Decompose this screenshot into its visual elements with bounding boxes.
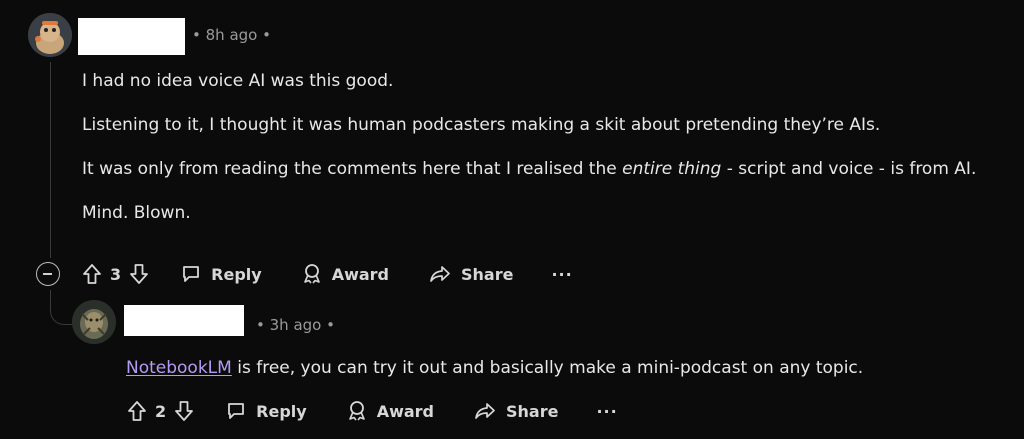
comment-paragraph: Listening to it, I thought it was human … bbox=[82, 115, 881, 135]
comment-text: It was only from reading the comments he… bbox=[82, 159, 623, 179]
emphasis-text: entire thing bbox=[622, 159, 722, 179]
share-label: Share bbox=[506, 401, 559, 421]
separator-dot: • bbox=[326, 316, 335, 334]
comment-thread: • 8h ago • I had no idea voice AI was th… bbox=[0, 0, 1024, 439]
award-label: Award bbox=[376, 401, 434, 421]
comment-text: - script and voice - is from AI. bbox=[721, 159, 977, 179]
redacted-username bbox=[78, 18, 185, 55]
vote-group: 2 bbox=[127, 400, 194, 422]
comment-body: I had no idea voice AI was this good. Li… bbox=[82, 70, 1002, 224]
award-icon bbox=[348, 401, 365, 421]
collapse-thread-button[interactable] bbox=[36, 262, 60, 286]
reply-thread-connector bbox=[50, 290, 73, 325]
upvote-icon[interactable] bbox=[82, 263, 102, 285]
reply-user-avatar[interactable] bbox=[72, 300, 116, 344]
share-button[interactable]: Share bbox=[474, 401, 558, 421]
redacted-username bbox=[124, 305, 244, 336]
vote-group: 3 bbox=[82, 263, 149, 285]
separator-dot: • bbox=[192, 26, 201, 44]
comment-action-bar: 3 Reply Award Share ··· bbox=[82, 263, 573, 285]
comment-paragraph: Mind. Blown. bbox=[82, 203, 191, 223]
comment-time: 8h ago bbox=[205, 26, 258, 44]
reply-body: NotebookLM is free, you can try it out a… bbox=[126, 357, 863, 379]
vote-count: 3 bbox=[110, 264, 122, 284]
more-options-button[interactable]: ··· bbox=[551, 265, 572, 284]
upvote-icon[interactable] bbox=[127, 400, 147, 422]
user-avatar[interactable] bbox=[28, 13, 72, 57]
reply-meta: • 3h ago • bbox=[256, 316, 335, 334]
share-icon bbox=[475, 403, 495, 419]
award-button[interactable]: Award bbox=[302, 263, 389, 285]
comment-paragraph: It was only from reading the comments he… bbox=[82, 158, 1002, 180]
share-icon bbox=[430, 266, 450, 282]
award-icon bbox=[303, 264, 320, 284]
reply-action-bar: 2 Reply Award Share ··· bbox=[127, 400, 618, 422]
reply-label: Reply bbox=[211, 264, 262, 284]
reply-button[interactable]: Reply bbox=[226, 401, 307, 421]
thread-line[interactable] bbox=[50, 62, 51, 258]
reply-text: is free, you can try it out and basicall… bbox=[231, 358, 864, 378]
notebooklm-link[interactable]: NotebookLM bbox=[126, 358, 232, 378]
reply-button[interactable]: Reply bbox=[181, 264, 262, 284]
downvote-icon[interactable] bbox=[174, 400, 194, 422]
comment-meta: • 8h ago • bbox=[192, 26, 271, 44]
share-label: Share bbox=[461, 264, 514, 284]
separator-dot: • bbox=[262, 26, 271, 44]
more-options-button[interactable]: ··· bbox=[596, 402, 617, 421]
vote-count: 2 bbox=[155, 401, 167, 421]
downvote-icon[interactable] bbox=[129, 263, 149, 285]
award-label: Award bbox=[331, 264, 389, 284]
award-button[interactable]: Award bbox=[347, 400, 434, 422]
separator-dot: • bbox=[256, 316, 265, 334]
comment-icon bbox=[183, 266, 200, 282]
reply-time: 3h ago bbox=[269, 316, 322, 334]
comment-paragraph: I had no idea voice AI was this good. bbox=[82, 71, 394, 91]
share-button[interactable]: Share bbox=[429, 264, 513, 284]
reply-label: Reply bbox=[256, 401, 307, 421]
comment-icon bbox=[228, 403, 245, 419]
